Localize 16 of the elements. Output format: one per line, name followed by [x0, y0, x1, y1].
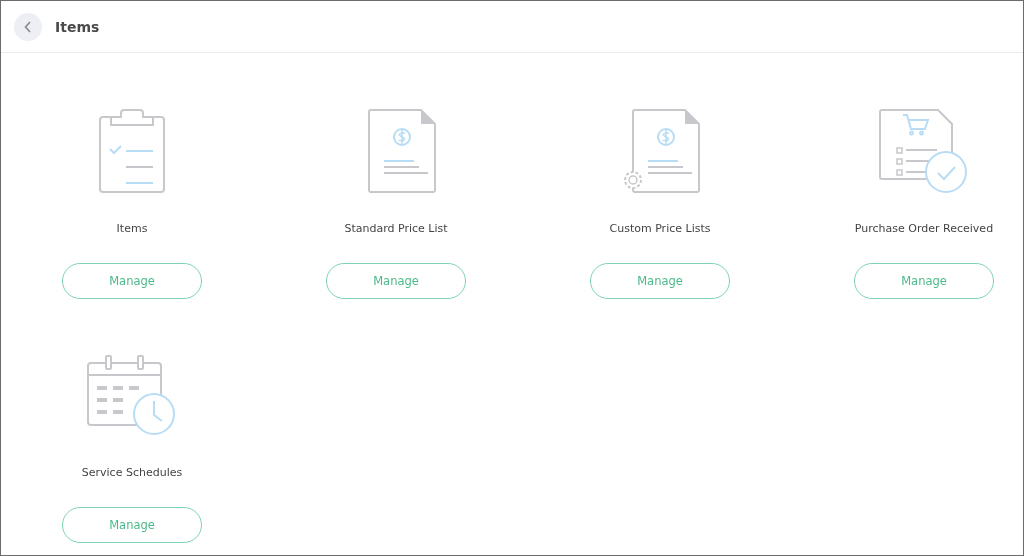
manage-button[interactable]: Manage: [854, 263, 994, 299]
calendar-clock-icon: [87, 353, 177, 437]
manage-button[interactable]: Manage: [590, 263, 730, 299]
clipboard-icon: [99, 109, 165, 193]
card-title: Custom Price Lists: [609, 221, 711, 237]
card-title: Purchase Order Received: [854, 221, 994, 237]
page-title: Items: [55, 18, 100, 35]
back-icon: [24, 20, 32, 33]
card-title: Service Schedules: [81, 465, 183, 481]
manage-button[interactable]: Manage: [62, 507, 202, 543]
back-button[interactable]: [14, 12, 42, 41]
manage-button[interactable]: Manage: [62, 263, 202, 299]
purchase-order-icon: [879, 109, 969, 193]
manage-button[interactable]: Manage: [326, 263, 466, 299]
card-title: Standard Price List: [344, 221, 448, 237]
card-title: Items: [116, 221, 148, 237]
